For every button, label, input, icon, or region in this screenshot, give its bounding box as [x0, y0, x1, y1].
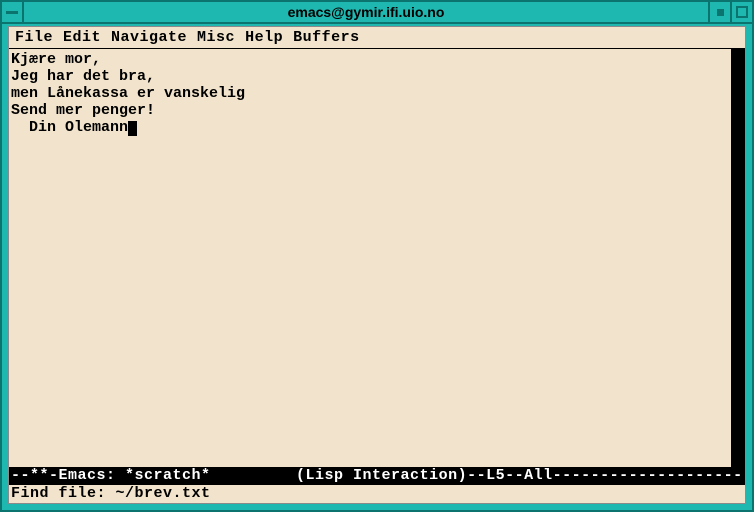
menu-misc[interactable]: Misc	[197, 29, 235, 46]
menu-help[interactable]: Help	[245, 29, 283, 46]
window-menu-icon	[6, 11, 18, 14]
buffer-text[interactable]: Kjære mor, Jeg har det bra, men Lånekass…	[9, 49, 731, 467]
window-menu-button[interactable]	[2, 2, 24, 22]
app-window: emacs@gymir.ifi.uio.no File Edit Navigat…	[0, 0, 754, 512]
emacs-frame: File Edit Navigate Misc Help Buffers Kjæ…	[8, 26, 746, 504]
titlebar-controls	[708, 2, 752, 22]
buffer-line: Din Olemann	[11, 119, 128, 136]
text-cursor	[128, 121, 137, 136]
maximize-button[interactable]	[730, 2, 752, 22]
buffer-area: Kjære mor, Jeg har det bra, men Lånekass…	[9, 49, 745, 467]
modeline-text: --**-Emacs: *scratch* (Lisp Interaction)…	[11, 467, 745, 484]
minimize-button[interactable]	[708, 2, 730, 22]
menu-file[interactable]: File	[15, 29, 53, 46]
menu-edit[interactable]: Edit	[63, 29, 101, 46]
scrollbar[interactable]	[731, 49, 745, 467]
window-title: emacs@gymir.ifi.uio.no	[24, 4, 708, 20]
titlebar: emacs@gymir.ifi.uio.no	[2, 2, 752, 24]
buffer-line: Jeg har det bra,	[11, 68, 155, 85]
menu-buffers[interactable]: Buffers	[293, 29, 360, 46]
menu-navigate[interactable]: Navigate	[111, 29, 187, 46]
menubar: File Edit Navigate Misc Help Buffers	[9, 27, 745, 49]
modeline: --**-Emacs: *scratch* (Lisp Interaction)…	[9, 467, 745, 485]
buffer-line: Send mer penger!	[11, 102, 155, 119]
maximize-icon	[736, 6, 748, 18]
minibuffer[interactable]: Find file: ~/brev.txt	[9, 485, 745, 503]
buffer-line: men Lånekassa er vanskelig	[11, 85, 245, 102]
minibuffer-text: Find file: ~/brev.txt	[11, 485, 211, 502]
minimize-icon	[717, 9, 724, 16]
buffer-line: Kjære mor,	[11, 51, 101, 68]
